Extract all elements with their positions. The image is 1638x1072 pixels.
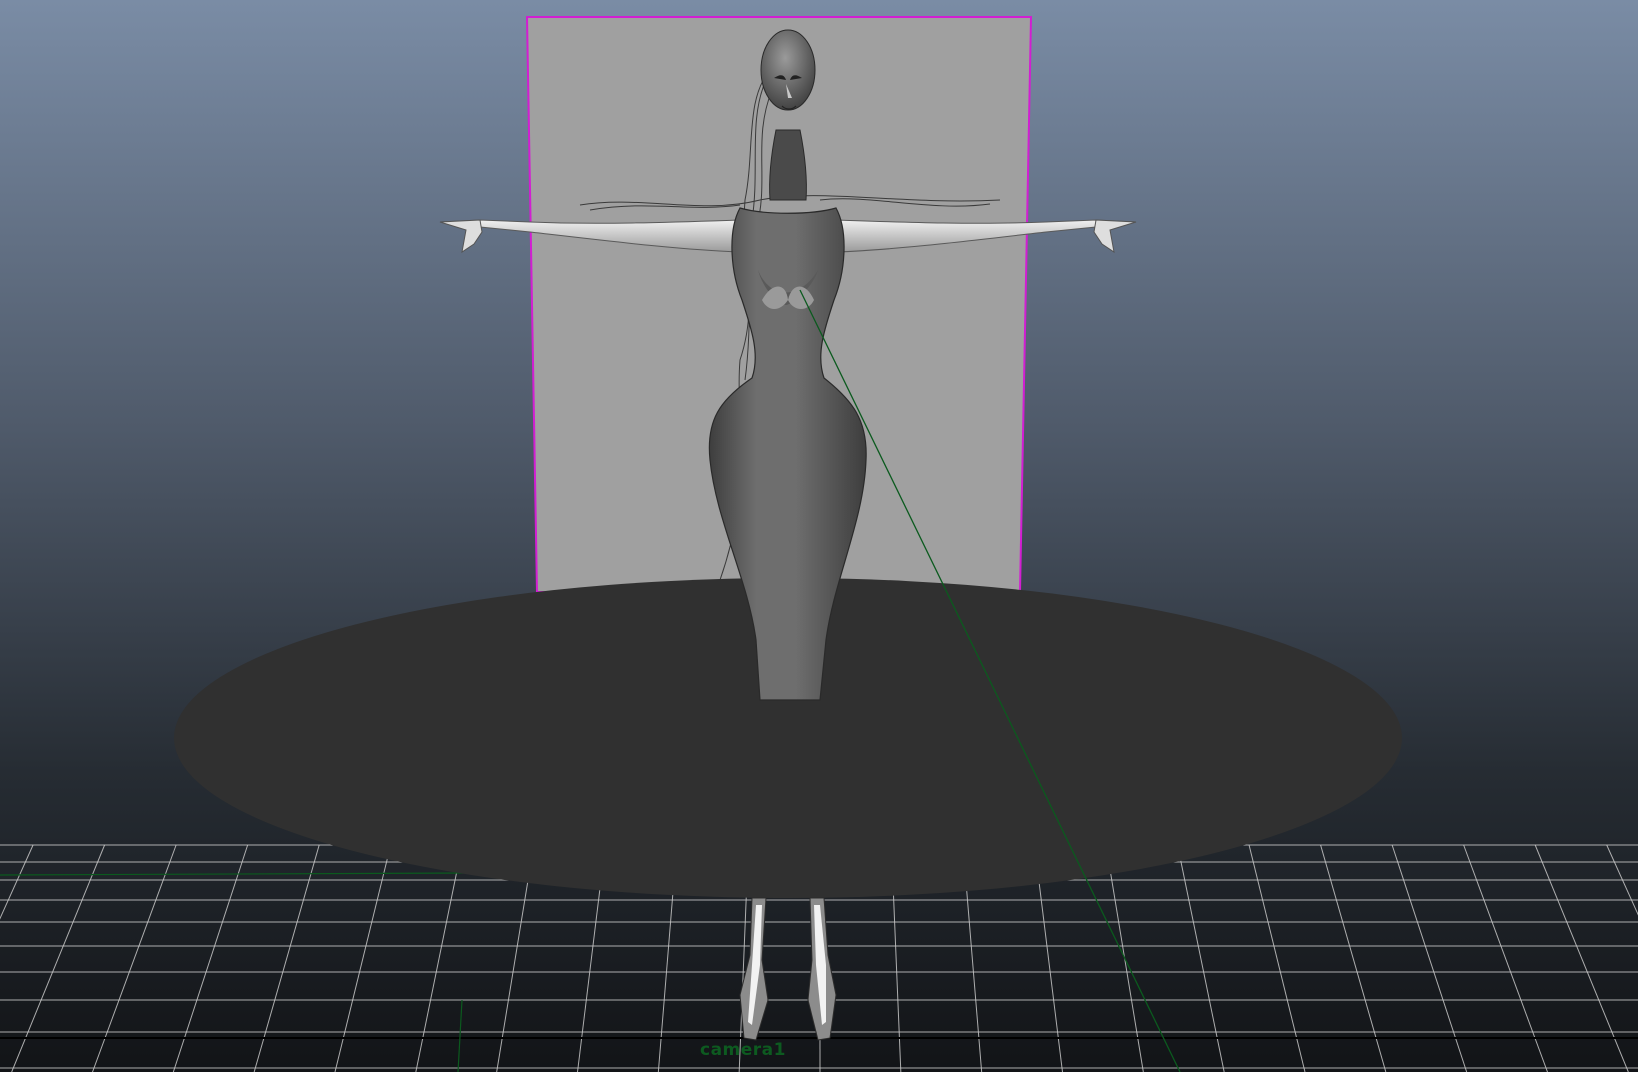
viewport-canvas[interactable] — [0, 0, 1638, 1072]
maya-viewport[interactable]: camera1 — [0, 0, 1638, 1072]
character-head[interactable] — [760, 29, 816, 111]
camera-name-label: camera1 — [700, 1040, 786, 1060]
